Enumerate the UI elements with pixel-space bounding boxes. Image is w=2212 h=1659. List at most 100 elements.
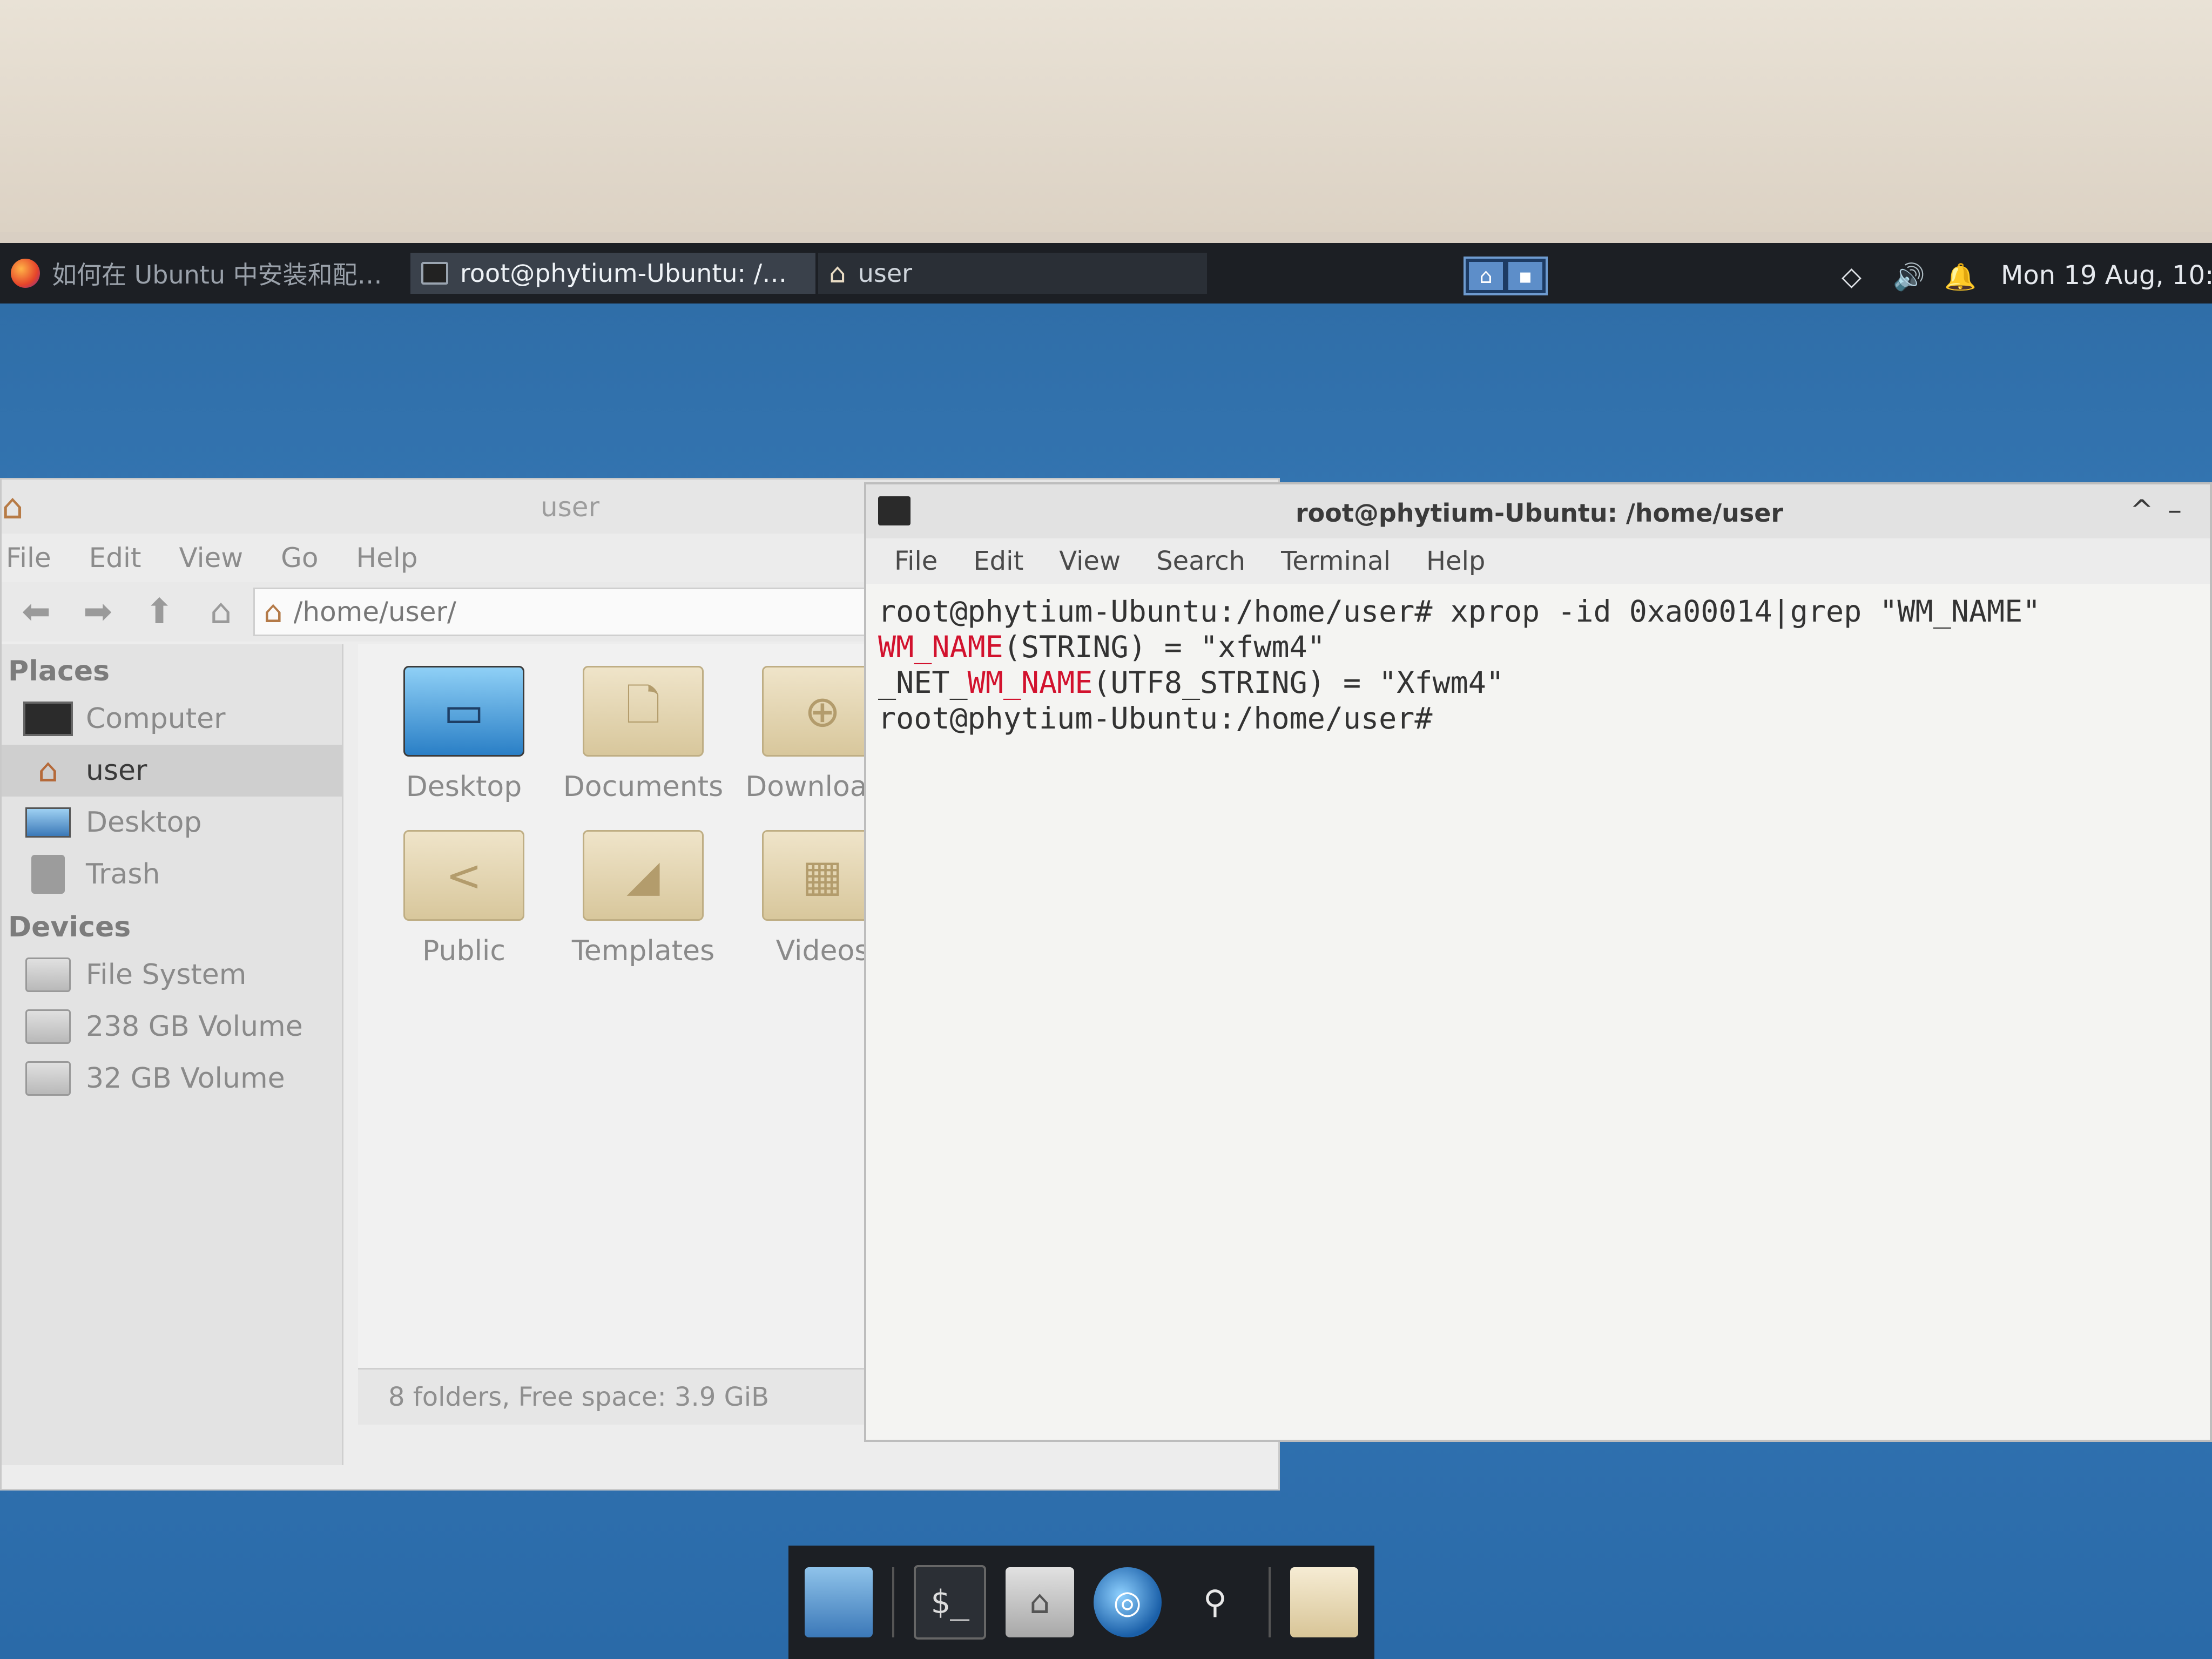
menu-view[interactable]: View xyxy=(179,542,244,574)
places-heading: Places xyxy=(8,655,110,687)
dock-separator xyxy=(892,1567,894,1637)
desktop-folder-icon: ▭ xyxy=(403,666,524,757)
sidebar-item-label: Trash xyxy=(86,858,160,891)
templates-folder-icon: ◢ xyxy=(583,830,704,921)
desktop-icon xyxy=(23,804,73,841)
sidebar-item-label: 238 GB Volume xyxy=(86,1010,303,1043)
highlighted-match: WM_NAME xyxy=(967,665,1093,700)
sidebar: Places Computer ⌂ user Desktop Trash Dev… xyxy=(2,644,343,1465)
highlighted-match: WM_NAME xyxy=(878,630,1003,664)
terminal-icon xyxy=(421,262,448,285)
home-folder-icon: ⌂ xyxy=(264,594,283,630)
home-folder-icon: ⌂ xyxy=(37,752,59,790)
terminal-output[interactable]: root@phytium-Ubuntu:/home/user# xprop -i… xyxy=(866,584,2210,746)
minimize-icon[interactable]: – xyxy=(2168,494,2182,527)
menu-edit[interactable]: Edit xyxy=(973,546,1023,576)
top-panel: 如何在 Ubuntu 中安装和配… root@phytium-Ubuntu: /… xyxy=(0,243,2212,304)
sidebar-item-label: 32 GB Volume xyxy=(86,1062,285,1095)
firefox-icon xyxy=(11,259,40,288)
folder-item-templates[interactable]: ◢ Templates xyxy=(554,825,733,967)
terminal-icon: ▪ xyxy=(1508,262,1542,290)
terminal-line: _NET_WM_NAME(UTF8_STRING) = "Xfwm4" xyxy=(878,665,2198,700)
home-icon[interactable]: ⌂ xyxy=(194,592,248,632)
menu-edit[interactable]: Edit xyxy=(89,542,141,574)
workspace-switcher[interactable]: ⌂ ▪ xyxy=(1464,257,1548,295)
menu-go[interactable]: Go xyxy=(281,542,318,574)
computer-icon xyxy=(23,700,73,737)
terminal-line: WM_NAME(STRING) = "xfwm4" xyxy=(878,629,2198,665)
menu-search[interactable]: Search xyxy=(1156,546,1245,576)
taskbar-item-file-manager[interactable]: ⌂ user xyxy=(818,253,1207,294)
menu-view[interactable]: View xyxy=(1059,546,1121,576)
terminal-icon xyxy=(878,496,911,525)
home-folder-icon[interactable]: ⌂ xyxy=(1006,1567,1074,1637)
sidebar-item-label: user xyxy=(86,754,147,787)
dock: $_ ⌂ ◎ ⚲ xyxy=(788,1546,1374,1659)
search-icon[interactable]: ⚲ xyxy=(1181,1567,1249,1637)
taskbar-item-label: root@phytium-Ubuntu: /… xyxy=(460,259,787,288)
menu-file[interactable]: File xyxy=(894,546,938,576)
maximize-icon[interactable]: ^ xyxy=(2130,494,2154,527)
terminal-icon[interactable]: $_ xyxy=(913,1565,987,1640)
home-folder-icon: ⌂ xyxy=(829,258,846,289)
wifi-icon[interactable]: ◇ xyxy=(1842,259,1862,294)
sidebar-item-computer[interactable]: Computer xyxy=(2,693,342,745)
menu-terminal[interactable]: Terminal xyxy=(1281,546,1391,576)
home-folder-icon: ⌂ xyxy=(1469,262,1503,290)
sidebar-item-label: Computer xyxy=(86,703,226,735)
desktop-icon[interactable] xyxy=(805,1567,873,1637)
notification-bell-icon[interactable]: 🔔 xyxy=(1944,259,1977,294)
terminal-text: (UTF8_STRING) = "Xfwm4" xyxy=(1092,665,1504,700)
terminal-line: root@phytium-Ubuntu:/home/user# xprop -i… xyxy=(878,594,2041,629)
drive-icon xyxy=(23,956,73,993)
volume-icon[interactable]: 🔊 xyxy=(1893,259,1925,294)
folder-label: Templates xyxy=(571,935,715,967)
up-arrow-icon[interactable]: ⬆ xyxy=(132,592,186,632)
sidebar-item-user[interactable]: ⌂ user xyxy=(2,745,342,797)
public-folder-icon: < xyxy=(403,830,524,921)
drive-icon xyxy=(23,1008,73,1045)
sidebar-item-label: Desktop xyxy=(86,806,202,839)
clock[interactable]: Mon 19 Aug, 10:0 xyxy=(2001,260,2212,291)
folder-label: Documents xyxy=(563,771,724,803)
terminal-text: _NET_ xyxy=(878,665,968,700)
drive-icon xyxy=(23,1060,73,1097)
dock-separator xyxy=(1269,1567,1271,1637)
taskbar-item-label: 如何在 Ubuntu 中安装和配… xyxy=(52,260,382,289)
folder-label: Desktop xyxy=(406,771,522,803)
menu-help[interactable]: Help xyxy=(356,542,418,574)
back-arrow-icon[interactable]: ⬅ xyxy=(9,592,63,632)
background-wall xyxy=(0,0,2212,232)
documents-folder-icon: 🗋 xyxy=(583,666,704,757)
menu-bar: File Edit View Search Terminal Help xyxy=(866,538,2210,584)
folder-icon[interactable] xyxy=(1290,1567,1358,1637)
home-folder-icon: ⌂ xyxy=(2,487,24,527)
sidebar-item-file-system[interactable]: File System xyxy=(2,949,342,1001)
sidebar-item-desktop[interactable]: Desktop xyxy=(2,797,342,848)
menu-help[interactable]: Help xyxy=(1426,546,1485,576)
terminal-prompt: root@phytium-Ubuntu:/home/user# xyxy=(878,701,1433,736)
taskbar-item-browser[interactable]: 如何在 Ubuntu 中安装和配… xyxy=(0,253,410,294)
taskbar-item-terminal[interactable]: root@phytium-Ubuntu: /… xyxy=(410,253,815,294)
folder-item-documents[interactable]: 🗋 Documents xyxy=(554,660,733,803)
menu-file[interactable]: File xyxy=(6,542,51,574)
window-title: user xyxy=(541,491,600,523)
forward-arrow-icon[interactable]: ➡ xyxy=(71,592,125,632)
taskbar-item-label: user xyxy=(858,259,913,288)
window-title: root@phytium-Ubuntu: /home/user xyxy=(1296,498,1784,528)
path-input[interactable] xyxy=(292,596,727,628)
folder-item-public[interactable]: < Public xyxy=(374,825,554,967)
terminal-text: (STRING) = "xfwm4" xyxy=(1003,630,1325,664)
location-bar[interactable]: ⌂ I xyxy=(253,588,1037,636)
window-titlebar[interactable]: root@phytium-Ubuntu: /home/user ^ – xyxy=(866,484,2210,538)
folder-label: Videos xyxy=(775,935,869,967)
web-browser-icon[interactable]: ◎ xyxy=(1093,1567,1162,1637)
sidebar-item-238gb-volume[interactable]: 238 GB Volume xyxy=(2,1001,342,1053)
sidebar-item-label: File System xyxy=(86,959,247,991)
sidebar-item-trash[interactable]: Trash xyxy=(2,848,342,900)
folder-item-desktop[interactable]: ▭ Desktop xyxy=(374,660,554,803)
terminal-window: root@phytium-Ubuntu: /home/user ^ – File… xyxy=(864,482,2212,1442)
folder-label: Public xyxy=(422,935,505,967)
devices-heading: Devices xyxy=(8,911,131,943)
sidebar-item-32gb-volume[interactable]: 32 GB Volume xyxy=(2,1053,342,1104)
